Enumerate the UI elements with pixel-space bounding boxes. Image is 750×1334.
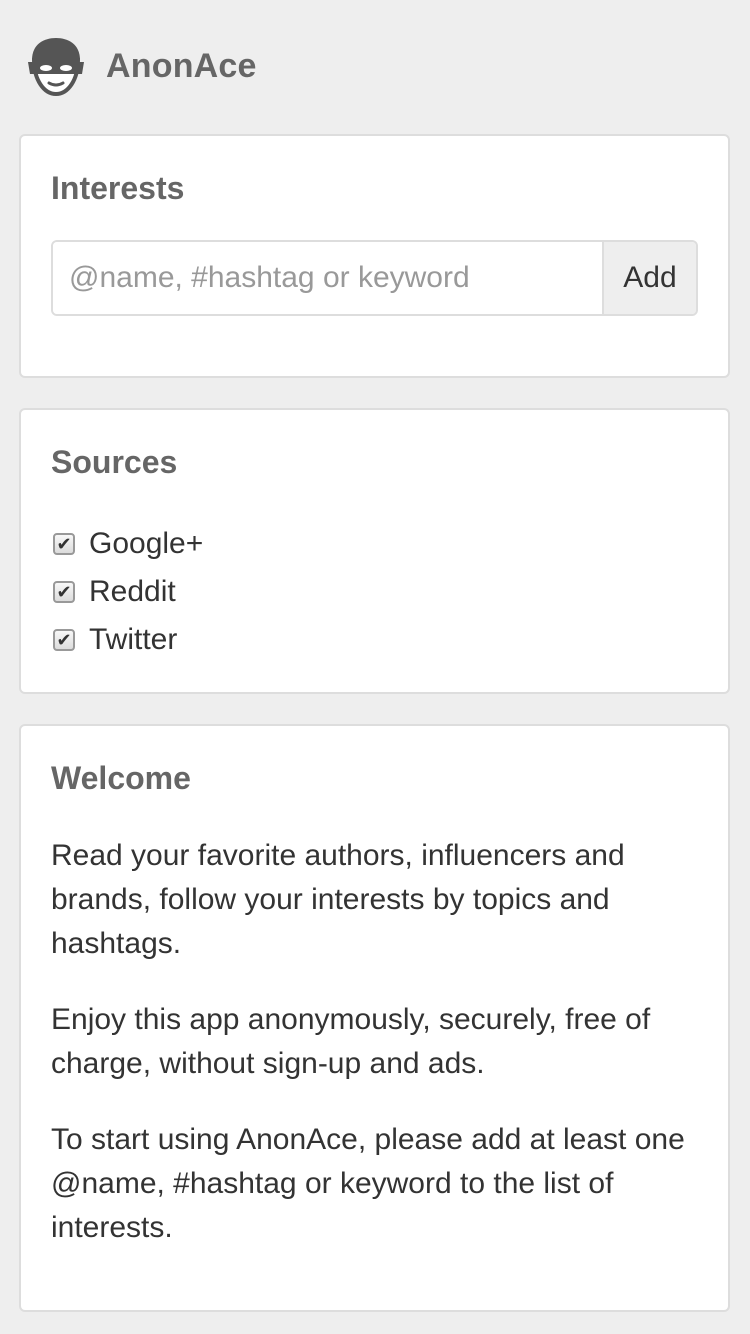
source-label: Google+ xyxy=(89,527,204,560)
source-label: Twitter xyxy=(89,623,178,656)
masked-face-icon xyxy=(28,38,84,97)
app-header: AnonAce xyxy=(24,34,257,98)
interests-title: Interests xyxy=(51,170,185,206)
source-checkbox-twitter[interactable]: ✔ xyxy=(53,629,75,651)
app-title: AnonAce xyxy=(106,46,257,85)
welcome-paragraph: To start using AnonAce, please add at le… xyxy=(51,1123,685,1244)
source-item-reddit[interactable]: ✔ Reddit xyxy=(53,568,203,616)
sources-title: Sources xyxy=(51,444,178,480)
source-item-twitter[interactable]: ✔ Twitter xyxy=(53,616,203,664)
sources-list: ✔ Google+ ✔ Reddit ✔ Twitter xyxy=(53,520,203,664)
welcome-paragraph: Enjoy this app anonymously, securely, fr… xyxy=(51,1003,651,1080)
source-item-googleplus[interactable]: ✔ Google+ xyxy=(53,520,203,568)
source-checkbox-googleplus[interactable]: ✔ xyxy=(53,533,75,555)
interest-input-group: Add xyxy=(51,240,698,316)
add-interest-button[interactable]: Add xyxy=(602,242,696,314)
source-checkbox-reddit[interactable]: ✔ xyxy=(53,581,75,603)
welcome-paragraph: Read your favorite authors, influencers … xyxy=(51,839,625,960)
welcome-card: Welcome Read your favorite authors, infl… xyxy=(19,724,730,1312)
sources-card: Sources ✔ Google+ ✔ Reddit ✔ Twitter xyxy=(19,408,730,694)
welcome-title: Welcome xyxy=(51,760,191,796)
interests-card: Interests Add xyxy=(19,134,730,378)
welcome-body: Read your favorite authors, influencers … xyxy=(51,834,701,1282)
interest-input[interactable] xyxy=(53,242,602,314)
source-label: Reddit xyxy=(89,575,176,608)
